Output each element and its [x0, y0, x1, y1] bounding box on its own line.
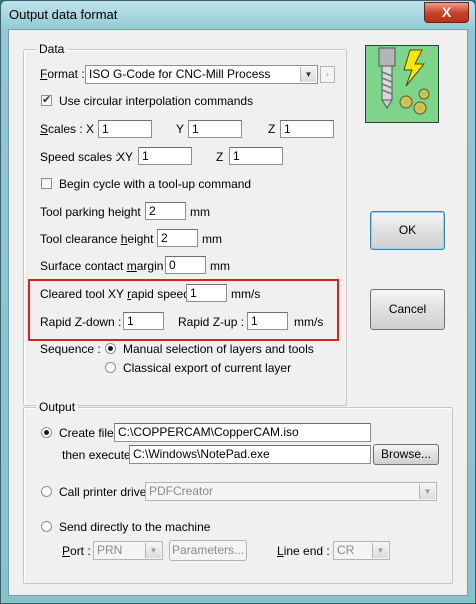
speed-scale-xy-input[interactable]: 1 [138, 147, 192, 165]
mill-tool-icon [366, 46, 438, 122]
clearance-height-label: Tool clearance height : [40, 232, 161, 246]
format-more-button[interactable]: › [320, 66, 335, 83]
speed-scales-label: Speed scales : [40, 150, 119, 164]
data-group-title: Data [36, 42, 68, 56]
title-bar[interactable]: Output data format X [1, 1, 475, 29]
scale-z-label: Z [268, 122, 276, 136]
scales-label: Scales : [40, 122, 83, 136]
dialog-client: Data Format : ISO G-Code for CNC-Mill Pr… [8, 29, 468, 596]
line-end-select[interactable]: CR ▼ [333, 541, 390, 560]
rapid-zdown-input[interactable]: 1 [123, 312, 164, 330]
printer-driver-value: PDFCreator [149, 484, 214, 498]
send-machine-label: Send directly to the machine [59, 520, 211, 534]
surface-margin-unit: mm [210, 259, 230, 273]
scale-x-label: X [86, 122, 95, 136]
chevron-down-icon: ▼ [300, 67, 316, 82]
close-button[interactable]: X [424, 2, 469, 23]
scale-y-label: Y [176, 122, 185, 136]
parking-height-unit: mm [190, 205, 210, 219]
then-execute-input[interactable]: C:\Windows\NotePad.exe [129, 445, 371, 464]
circular-interpolation-label: Use circular interpolation commands [59, 94, 254, 108]
sequence-manual-radio[interactable] [105, 343, 116, 354]
scale-x-input[interactable]: 1 [98, 120, 152, 138]
chevron-down-icon: ▼ [145, 543, 161, 558]
sequence-label: Sequence : [40, 342, 101, 356]
cancel-button[interactable]: Cancel [370, 289, 445, 330]
clearance-height-input[interactable]: 2 [157, 229, 198, 247]
printer-driver-label: Call printer driver [59, 485, 151, 499]
rapid-speed-input[interactable]: 1 [186, 284, 227, 302]
dialog-title: Output data format [9, 7, 118, 22]
create-file-input[interactable]: C:\COPPERCAM\CopperCAM.iso [114, 423, 371, 442]
then-execute-label: then execute [62, 448, 131, 462]
port-label: Port : [62, 544, 91, 558]
rapid-zup-input[interactable]: 1 [247, 312, 288, 330]
format-label: Format : [40, 67, 85, 81]
surface-margin-input[interactable]: 0 [165, 256, 206, 274]
sequence-classical-label: Classical export of current layer [123, 361, 292, 375]
scale-z-input[interactable]: 1 [280, 120, 334, 138]
scale-y-input[interactable]: 1 [188, 120, 242, 138]
circular-interpolation-checkbox[interactable] [41, 93, 52, 106]
parking-height-input[interactable]: 2 [145, 202, 186, 220]
parameters-button[interactable]: Parameters... [169, 540, 247, 561]
rapid-speed-label: Cleared tool XY rapid speed : [40, 287, 197, 301]
speed-scale-xy-label: XY [117, 150, 134, 164]
clearance-height-unit: mm [202, 232, 222, 246]
surface-margin-label: Surface contact margin : [40, 259, 171, 273]
line-end-label: Line end : [277, 544, 330, 558]
port-value: PRN [97, 543, 123, 557]
printer-driver-radio[interactable] [41, 486, 52, 497]
send-machine-radio[interactable] [41, 521, 52, 532]
format-value: ISO G-Code for CNC-Mill Process [89, 67, 271, 81]
ok-button[interactable]: OK [370, 211, 445, 250]
parking-height-label: Tool parking height : [40, 205, 148, 219]
rapid-z-unit: mm/s [294, 315, 324, 329]
begin-cycle-checkbox[interactable] [41, 178, 52, 189]
sequence-manual-label: Manual selection of layers and tools [123, 342, 314, 356]
rapid-zup-label: Rapid Z-up : [178, 315, 245, 329]
rapid-speed-unit: mm/s [231, 287, 261, 301]
speed-scale-z-input[interactable]: 1 [229, 147, 283, 165]
format-select[interactable]: ISO G-Code for CNC-Mill Process ▼ [85, 65, 318, 84]
begin-cycle-label: Begin cycle with a tool-up command [59, 177, 252, 191]
dialog-window: Output data format X Data Format : ISO G… [0, 0, 476, 604]
output-group-title: Output [36, 400, 79, 414]
browse-button[interactable]: Browse... [373, 444, 439, 465]
chevron-down-icon: ▼ [372, 543, 388, 558]
create-file-label: Create file [59, 426, 114, 440]
rapid-zdown-label: Rapid Z-down : [40, 315, 122, 329]
sequence-classical-radio[interactable] [105, 362, 116, 373]
create-file-radio[interactable] [41, 427, 52, 438]
speed-scale-z-label: Z [216, 150, 224, 164]
coppercam-logo [365, 45, 439, 123]
printer-driver-select[interactable]: PDFCreator ▼ [145, 482, 437, 501]
line-end-value: CR [337, 543, 355, 557]
port-select[interactable]: PRN ▼ [93, 541, 163, 560]
chevron-down-icon: ▼ [419, 484, 435, 499]
